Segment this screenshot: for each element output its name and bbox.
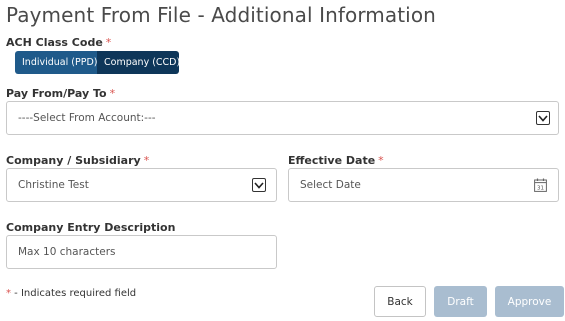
effective-date-label: Effective Date * [288,154,384,167]
pay-from-label: Pay From/Pay To * [6,87,115,100]
approve-button[interactable]: Approve [495,286,564,317]
ach-class-code-label: ACH Class Code * [6,36,111,49]
required-note: * - Indicates required field [6,288,136,299]
company-select[interactable]: Christine Test [6,168,277,202]
pay-from-label-text: Pay From/Pay To [6,87,107,100]
calendar-day-text: 31 [537,186,544,192]
draft-button[interactable]: Draft [434,286,487,317]
pay-from-select[interactable]: ----Select From Account:--- [6,101,559,135]
company-select-value: Christine Test [18,179,89,191]
ach-class-code-label-text: ACH Class Code [6,36,103,49]
entry-description-placeholder: Max 10 characters [18,246,116,258]
company-label: Company / Subsidiary * [6,154,149,167]
effective-date-input[interactable]: Select Date 31 [288,168,559,202]
option-individual-ppd[interactable]: Individual (PPD) [15,51,97,74]
required-mark: * [105,36,112,49]
effective-date-label-text: Effective Date [288,154,376,167]
effective-date-placeholder: Select Date [300,179,361,191]
chevron-down-icon[interactable] [252,178,266,192]
back-button[interactable]: Back [374,286,426,317]
option-company-ccd[interactable]: Company (CCD) [97,51,179,74]
required-mark: * [109,87,116,100]
chevron-down-icon[interactable] [536,111,550,125]
calendar-icon[interactable]: 31 [534,178,547,192]
pay-from-select-value: ----Select From Account:--- [18,112,156,124]
ach-class-code-toggle: Individual (PPD) Company (CCD) [15,51,179,74]
entry-description-input[interactable]: Max 10 characters [6,235,277,269]
company-label-text: Company / Subsidiary [6,154,141,167]
required-note-text: - Indicates required field [11,288,137,299]
page-title: Payment From File - Additional Informati… [6,3,436,27]
required-mark: * [378,154,384,167]
entry-description-label: Company Entry Description [6,221,176,234]
required-mark: * [143,154,150,167]
